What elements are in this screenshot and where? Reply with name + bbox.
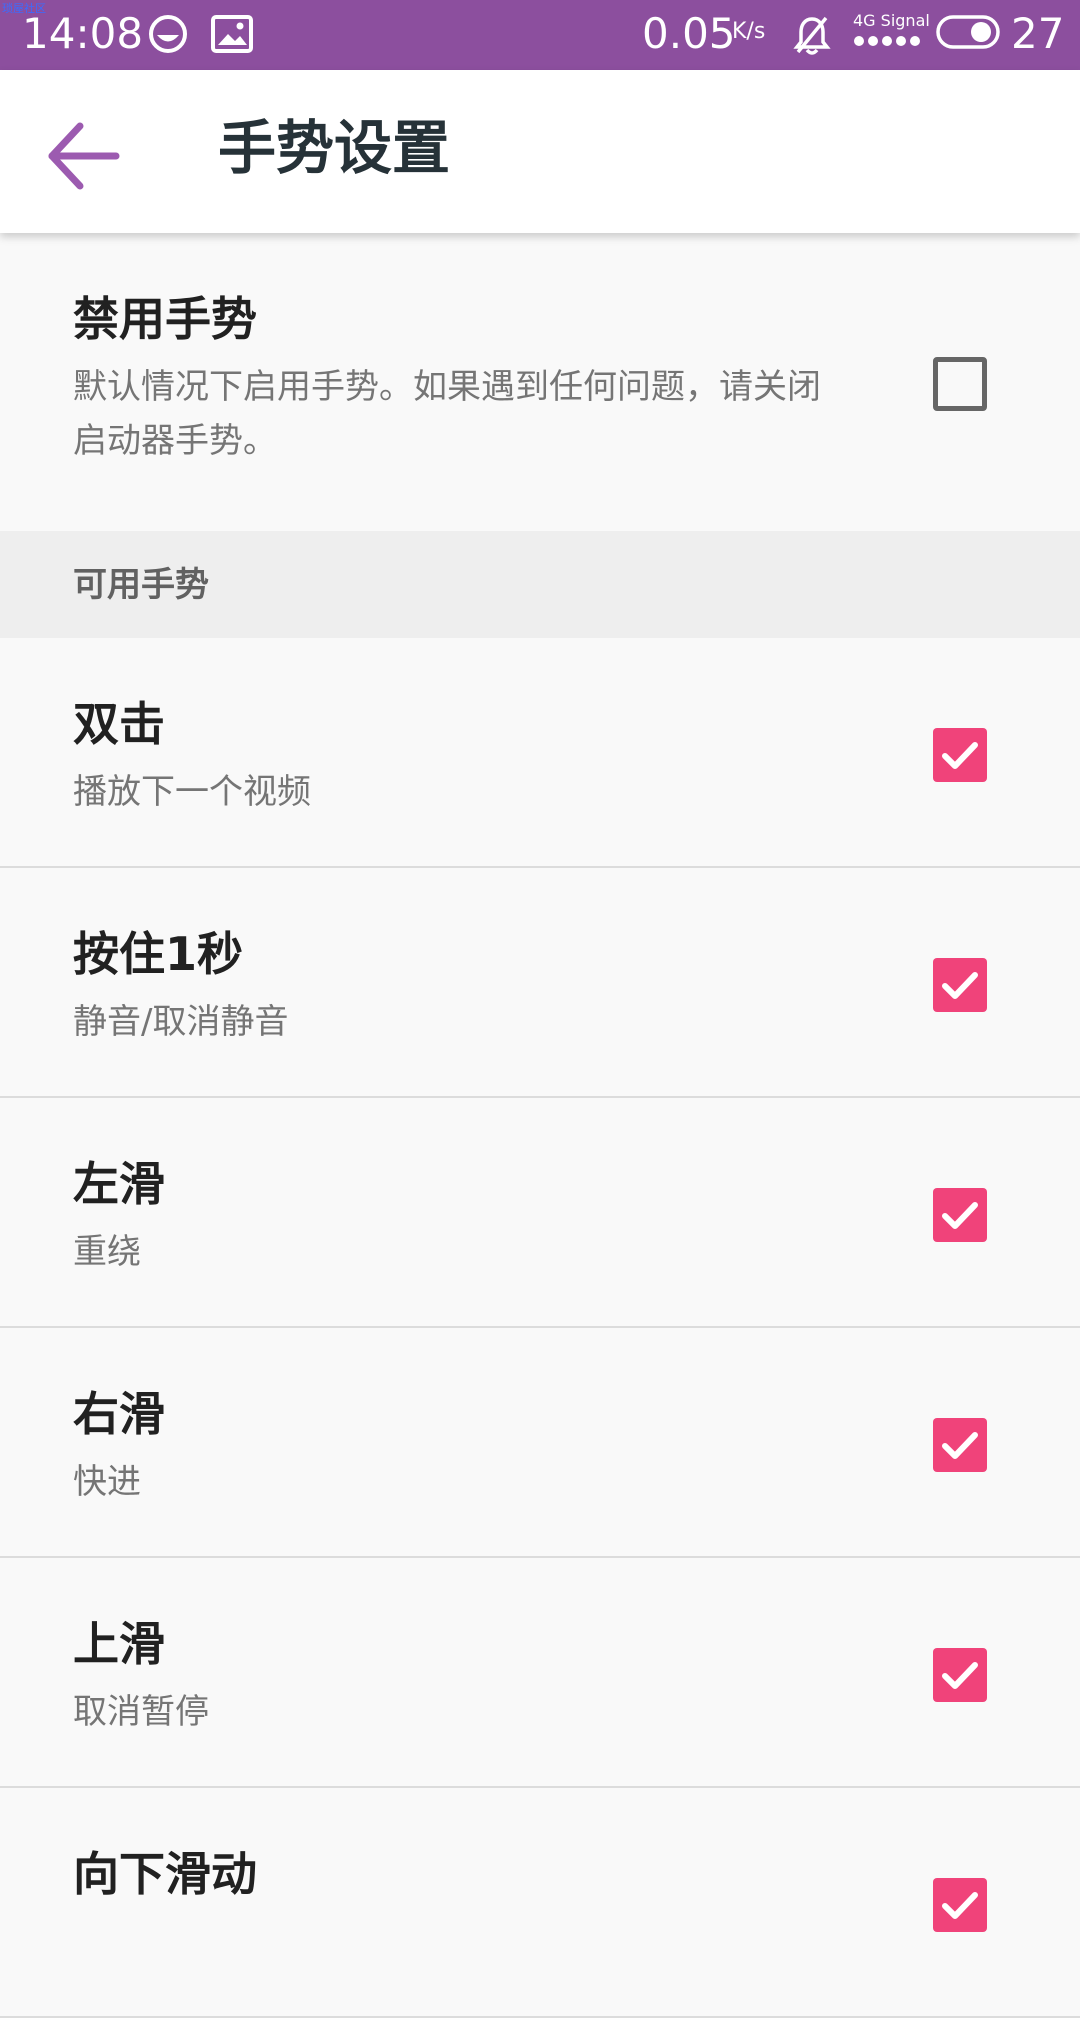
section-header-label: 可用手势 [73,565,209,605]
check-icon [942,1202,978,1229]
page-title: 手势设置 [218,114,451,182]
settings-list: 禁用手势 默认情况下启用手势。如果遇到任何问题，请关闭 启动器手势。 可用手势 … [0,233,1080,2018]
image-notification-icon [211,15,253,53]
app-bar: 手势设置 [0,70,1080,233]
gesture-item-swipe-left[interactable]: 左滑 重绕 [0,1098,1080,1328]
gesture-checkbox[interactable] [933,1648,987,1702]
gesture-title: 双击 [73,697,165,751]
battery-toggle-icon [936,15,1000,49]
check-icon [942,972,978,999]
check-icon [942,1662,978,1689]
arrow-back-icon [48,122,120,190]
gesture-checkbox[interactable] [933,1418,987,1472]
gesture-title: 左滑 [73,1157,165,1211]
gesture-summary: 快进 [73,1462,141,1502]
gesture-summary: 重绕 [73,1232,141,1272]
gesture-item-swipe-up[interactable]: 上滑 取消暂停 [0,1558,1080,1788]
check-icon [942,1892,978,1919]
gesture-item-swipe-right[interactable]: 右滑 快进 [0,1328,1080,1558]
net-speed: 0.05 [642,9,736,58]
gesture-checkbox[interactable] [933,958,987,1012]
section-header-available-gestures: 可用手势 [0,531,1080,638]
gesture-summary: 播放下一个视频 [73,772,311,812]
status-bar: 琐屋社区 14:08 0.05 K/s 4G Signal 27 [0,0,1080,70]
disable-gestures-preference[interactable]: 禁用手势 默认情况下启用手势。如果遇到任何问题，请关闭 启动器手势。 [0,233,1080,531]
signal-dots-icon [854,36,920,46]
gesture-checkbox[interactable] [933,1188,987,1242]
gesture-item-double-tap[interactable]: 双击 播放下一个视频 [0,638,1080,868]
disable-gestures-title: 禁用手势 [73,292,257,346]
check-icon [942,742,978,769]
gesture-title: 向下滑动 [73,1847,257,1901]
back-button[interactable] [40,110,130,200]
gesture-item-long-press[interactable]: 按住1秒 静音/取消静音 [0,868,1080,1098]
bell-off-icon [793,16,831,55]
gesture-item-swipe-down[interactable]: 向下滑动 [0,1788,1080,2018]
net-speed-unit: K/s [732,19,766,44]
disable-gestures-checkbox[interactable] [933,357,987,411]
gesture-checkbox[interactable] [933,1878,987,1932]
gesture-title: 上滑 [73,1617,165,1671]
gesture-checkbox[interactable] [933,728,987,782]
battery-level: 27 [1011,9,1065,58]
gesture-title: 右滑 [73,1387,165,1441]
disable-gestures-summary-line1: 默认情况下启用手势。如果遇到任何问题，请关闭 [73,367,821,407]
check-icon [942,1432,978,1459]
disable-gestures-summary-line2: 启动器手势。 [73,421,277,461]
smiley-notification-icon [149,15,187,53]
signal-label: 4G Signal [853,11,930,30]
gesture-summary: 取消暂停 [73,1692,209,1732]
gesture-summary: 静音/取消静音 [73,1002,289,1042]
status-time: 14:08 [22,9,144,58]
gesture-title: 按住1秒 [73,927,244,981]
